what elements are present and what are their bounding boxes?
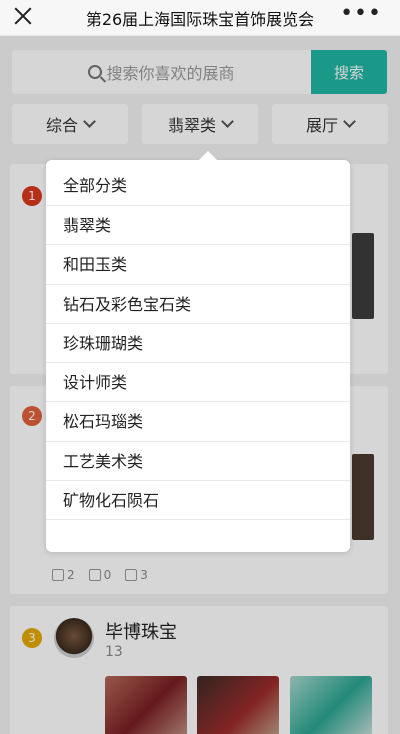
more-options-icon[interactable]: •••: [340, 3, 382, 25]
category-item-jadeite[interactable]: 翡翠类: [46, 206, 350, 246]
category-item-hetian-jade[interactable]: 和田玉类: [46, 245, 350, 285]
title-bar: 第26届上海国际珠宝首饰展览会 •••: [0, 0, 400, 36]
close-icon[interactable]: [12, 5, 34, 27]
dropdown-arrow: [199, 151, 217, 160]
category-list: 全部分类 翡翠类 和田玉类 钻石及彩色宝石类 珍珠珊瑚类 设计师类 松石玛瑙类 …: [46, 160, 350, 521]
category-item-crafts[interactable]: 工艺美术类: [46, 442, 350, 482]
category-item-diamond-gems[interactable]: 钻石及彩色宝石类: [46, 285, 350, 324]
category-dropdown: 全部分类 翡翠类 和田玉类 钻石及彩色宝石类 珍珠珊瑚类 设计师类 松石玛瑙类 …: [46, 151, 350, 552]
category-item-pearl-coral[interactable]: 珍珠珊瑚类: [46, 324, 350, 364]
category-item-designer[interactable]: 设计师类: [46, 363, 350, 403]
category-item-all[interactable]: 全部分类: [46, 160, 350, 206]
category-item-minerals[interactable]: 矿物化石陨石: [46, 481, 350, 521]
category-item-turquoise-agate[interactable]: 松石玛瑙类: [46, 402, 350, 442]
page-title: 第26届上海国际珠宝首饰展览会: [85, 9, 315, 29]
